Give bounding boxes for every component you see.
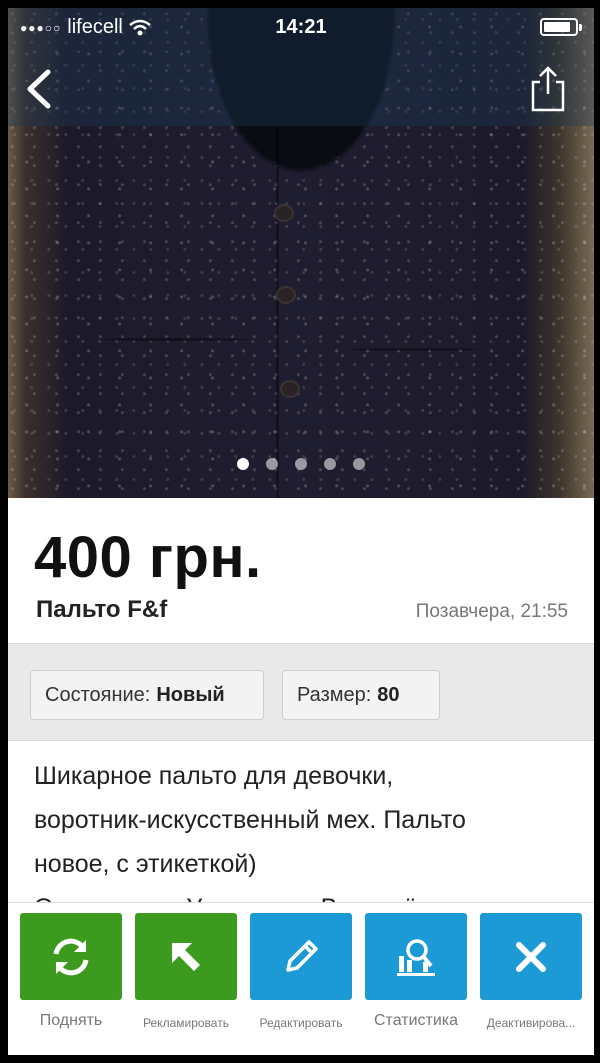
stats-button[interactable]: Статистика xyxy=(365,913,467,1030)
raise-button[interactable]: Поднять xyxy=(20,913,122,1030)
promote-label: Рекламировать xyxy=(143,1016,229,1030)
param-value: Новый xyxy=(156,683,225,706)
posted-date: Позавчера, 21:55 xyxy=(415,601,568,622)
edit-button[interactable]: Редактировать xyxy=(250,913,352,1030)
stats-tile[interactable] xyxy=(365,913,467,1000)
listing-photo[interactable] xyxy=(8,8,594,498)
screen: ●●●○○ lifecell 14:21 400 грн. Пальто F&f… xyxy=(8,8,594,1055)
stats-icon xyxy=(397,938,435,976)
pager-dot[interactable] xyxy=(295,458,307,470)
description-line: новое, с этикеткой) xyxy=(34,850,257,878)
pager-dot[interactable] xyxy=(324,458,336,470)
price: 400 грн. xyxy=(34,525,262,590)
edit-label: Редактировать xyxy=(259,1016,343,1030)
param-condition: Состояние: Новый xyxy=(30,670,264,720)
stats-label: Статистика xyxy=(373,1012,459,1029)
arrow-up-left-icon xyxy=(172,942,200,971)
params-bar: Состояние: Новый Размер: 80 xyxy=(8,643,594,741)
chevron-left-icon xyxy=(27,69,51,109)
back-button[interactable] xyxy=(18,64,58,114)
promote-button[interactable]: Рекламировать xyxy=(135,913,237,1030)
pager-dot[interactable] xyxy=(237,458,249,470)
coat-seam xyxy=(276,128,279,498)
status-bar: ●●●○○ lifecell 14:21 xyxy=(8,8,594,46)
param-label: Размер: xyxy=(297,683,372,706)
coat-pocket-right xyxy=(348,348,478,351)
photo-pager[interactable] xyxy=(8,458,594,470)
description-line: Шикарное пальто для девочки, xyxy=(34,762,394,790)
action-toolbar: Поднять Рекламировать Редактировать Стат… xyxy=(8,902,594,1055)
param-value: 80 xyxy=(377,683,400,706)
param-label: Состояние: xyxy=(45,683,151,706)
refresh-icon xyxy=(53,938,89,975)
share-button[interactable] xyxy=(528,64,568,114)
pencil-icon xyxy=(286,939,318,972)
pager-dot[interactable] xyxy=(266,458,278,470)
share-icon xyxy=(531,66,565,112)
deactivate-tile[interactable] xyxy=(480,913,582,1000)
coat-button xyxy=(276,286,296,304)
deactivate-button[interactable]: Деактивирова... xyxy=(480,913,582,1030)
coat-pocket-left xyxy=(100,338,250,341)
coat-button xyxy=(280,380,300,398)
clock: 14:21 xyxy=(275,16,327,38)
raise-tile[interactable] xyxy=(20,913,122,1000)
promote-tile[interactable] xyxy=(135,913,237,1000)
param-size: Размер: 80 xyxy=(282,670,440,720)
pager-dot[interactable] xyxy=(353,458,365,470)
deactivate-label: Деактивирова... xyxy=(486,1016,576,1030)
edit-tile[interactable] xyxy=(250,913,352,1000)
listing-title: Пальто F&f xyxy=(36,596,168,623)
coat-button xyxy=(274,204,294,222)
raise-label: Поднять xyxy=(39,1012,103,1029)
description-line: воротник-искусственный мех. Пальто xyxy=(34,806,466,834)
close-icon xyxy=(516,941,546,972)
battery-icon xyxy=(540,18,582,36)
